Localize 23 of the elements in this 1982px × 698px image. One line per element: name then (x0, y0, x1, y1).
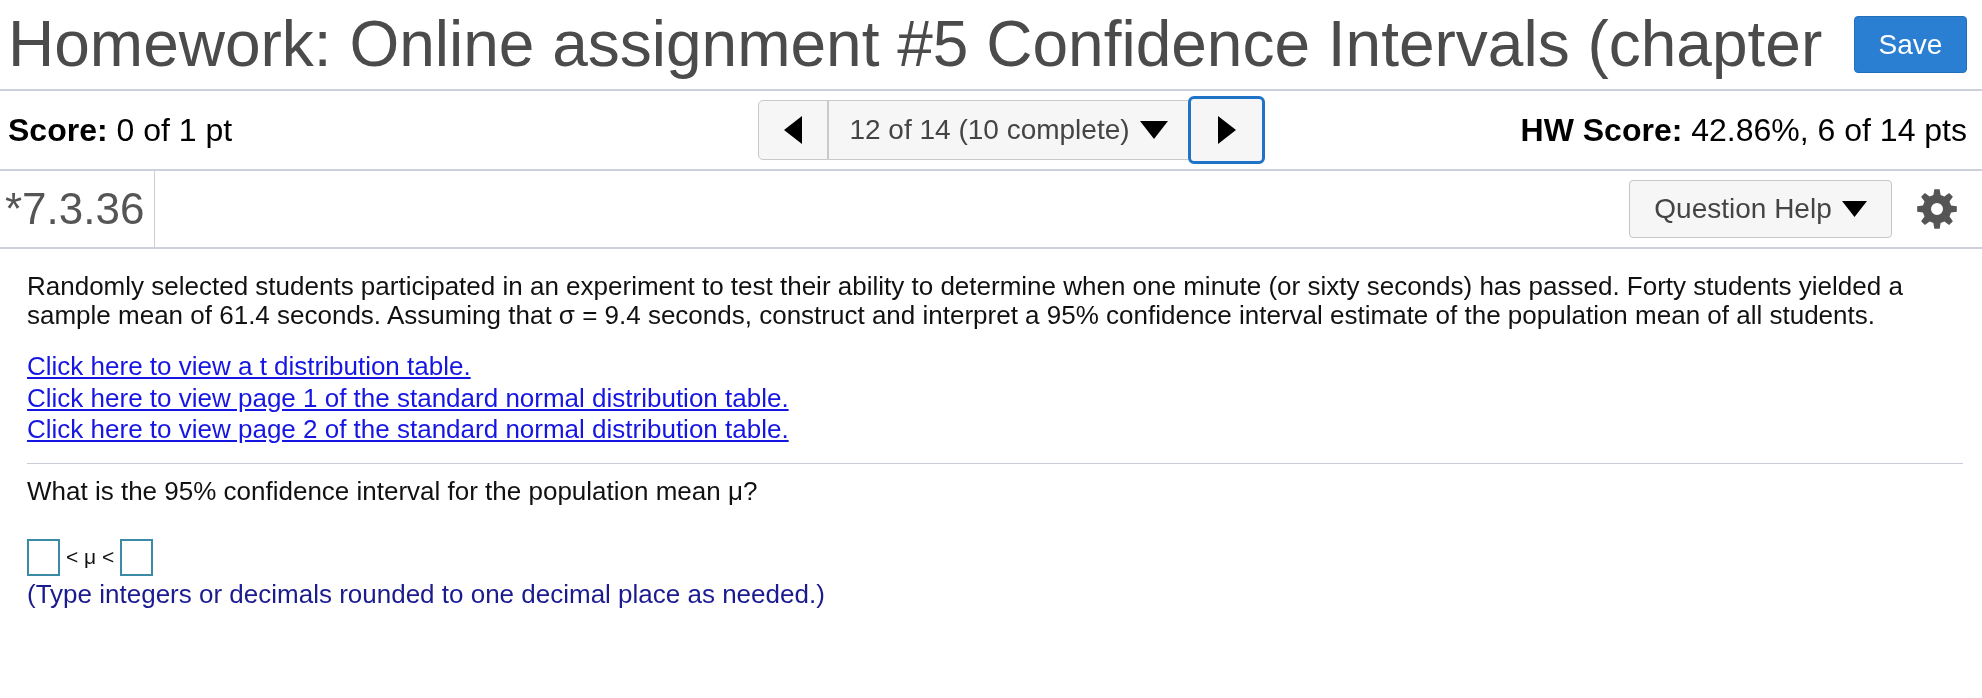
left-triangle-icon (784, 116, 802, 144)
page-title: Homework: Online assignment #5 Confidence Intervals (chapter (8, 7, 1823, 82)
table-link[interactable]: Click here to view page 2 of the standard normal distribution table. (27, 414, 789, 446)
previous-button[interactable] (758, 100, 828, 160)
table-link[interactable]: Click here to view page 1 of the standard normal distribution table. (27, 382, 789, 414)
settings-icon[interactable] (1917, 189, 1957, 229)
caret-down-icon (1841, 201, 1867, 217)
save-button[interactable]: Save (1854, 16, 1967, 73)
question-help-button[interactable]: Question Help (1629, 180, 1892, 238)
answer-field[interactable] (120, 538, 154, 576)
next-button[interactable] (1188, 96, 1265, 164)
question-prompt: What is the 95% confidence interval for the population mean μ? (27, 476, 758, 506)
question-selector[interactable]: 12 of 14 (10 complete) (828, 100, 1188, 160)
problem-text: Randomly selected students participated in an experiment to test their ability to determine when one minute (or sixty seconds) has passed. Forty students yielded a sample mean of 61.4 seconds. Assuming that σ = 9.4 seconds, construct and interpret a 95% confidence interval estimate of the population mean of all students. (27, 272, 1904, 330)
right-triangle-icon (1217, 116, 1236, 144)
inequality-text: < μ < (66, 545, 115, 569)
answer-field[interactable] (27, 538, 60, 576)
score-text: Score: 0 of 1 pt (7, 111, 233, 149)
answer-hint: (Type integers or decimals rounded to one decimal place as needed.) (27, 579, 825, 609)
question-number: *7.3.36 (0, 171, 156, 247)
table-link[interactable]: Click here to view a t distribution table. (27, 351, 471, 383)
hw-score-text: HW Score: 42.86%, 6 of 14 pts (1520, 111, 1968, 149)
caret-down-icon (1139, 121, 1168, 139)
